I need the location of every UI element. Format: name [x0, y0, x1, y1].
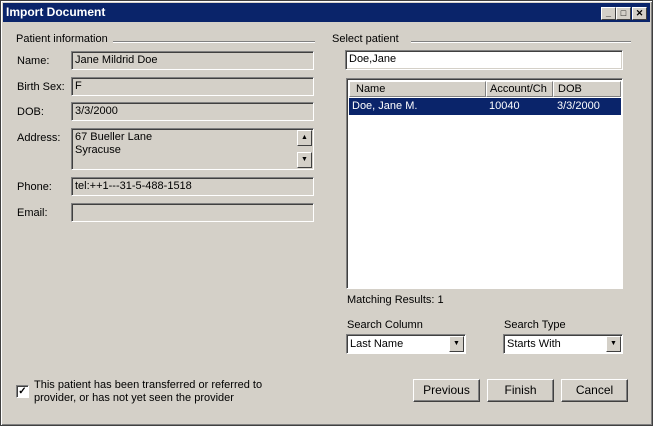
maximize-icon[interactable]: □	[616, 7, 631, 20]
row-name-cell: Doe, Jane M.	[352, 100, 418, 112]
patient-results-list[interactable]: Name Account/Ch DOB Doe, Jane M. 10040 3…	[346, 78, 623, 289]
transferred-checkbox[interactable]: ✓	[16, 385, 29, 398]
name-field[interactable]: Jane Mildrid Doe	[71, 51, 314, 70]
cancel-button[interactable]: Cancel	[561, 379, 628, 402]
search-column-value: Last Name	[350, 338, 404, 350]
select-patient-group-label: Select patient	[332, 33, 399, 45]
search-type-label: Search Type	[504, 319, 566, 331]
title-bar: Import Document _ □ ✕	[3, 3, 650, 22]
patient-information-group-label: Patient information	[16, 33, 108, 45]
chevron-down-icon[interactable]: ▼	[449, 336, 464, 352]
matching-results-text: Matching Results: 1	[347, 294, 444, 306]
dob-label: DOB:	[17, 106, 44, 118]
row-account-cell: 10040	[489, 100, 520, 112]
transferred-checkbox-label: This patient has been transferred or ref…	[34, 379, 262, 405]
email-label: Email:	[17, 207, 48, 219]
row-dob-cell: 3/3/2000	[557, 100, 600, 112]
close-icon[interactable]: ✕	[632, 7, 647, 20]
dob-field[interactable]: 3/3/2000	[71, 102, 314, 121]
phone-label: Phone:	[17, 181, 52, 193]
import-document-dialog: Import Document _ □ ✕ Patient informatio…	[0, 0, 653, 426]
minimize-icon[interactable]: _	[601, 7, 616, 20]
search-type-value: Starts With	[507, 338, 561, 350]
patient-information-divider	[113, 41, 315, 43]
name-label: Name:	[17, 55, 50, 67]
chevron-down-icon[interactable]: ▼	[606, 336, 621, 352]
table-row[interactable]: Doe, Jane M. 10040 3/3/2000	[349, 98, 621, 115]
transferred-label-line2: provider, or has not yet seen the provid…	[34, 392, 234, 404]
column-header-dob[interactable]: DOB	[553, 81, 621, 97]
scroll-down-icon[interactable]: ▼	[297, 152, 312, 168]
phone-field[interactable]: tel:++1---31-5-488-1518	[71, 177, 314, 196]
window-title: Import Document	[6, 5, 106, 19]
column-header-name[interactable]: Name	[349, 81, 486, 97]
search-type-select[interactable]: Starts With ▼	[503, 334, 623, 354]
address-label: Address:	[17, 132, 61, 144]
transferred-label-line1: This patient has been transferred or ref…	[34, 379, 263, 391]
previous-button[interactable]: Previous	[413, 379, 480, 402]
birth-sex-field[interactable]: F	[71, 77, 314, 96]
scroll-up-icon[interactable]: ▲	[297, 130, 312, 146]
email-field[interactable]	[71, 203, 314, 222]
finish-button[interactable]: Finish	[487, 379, 554, 402]
patient-search-input[interactable]: Doe,Jane	[345, 50, 623, 70]
address-field[interactable]: 67 Bueller Lane Syracuse	[71, 128, 314, 170]
birth-sex-label: Birth Sex:	[17, 81, 65, 93]
search-column-select[interactable]: Last Name ▼	[346, 334, 466, 354]
select-patient-divider	[411, 41, 631, 43]
search-column-label: Search Column	[347, 319, 423, 331]
column-header-account[interactable]: Account/Ch	[486, 81, 553, 97]
